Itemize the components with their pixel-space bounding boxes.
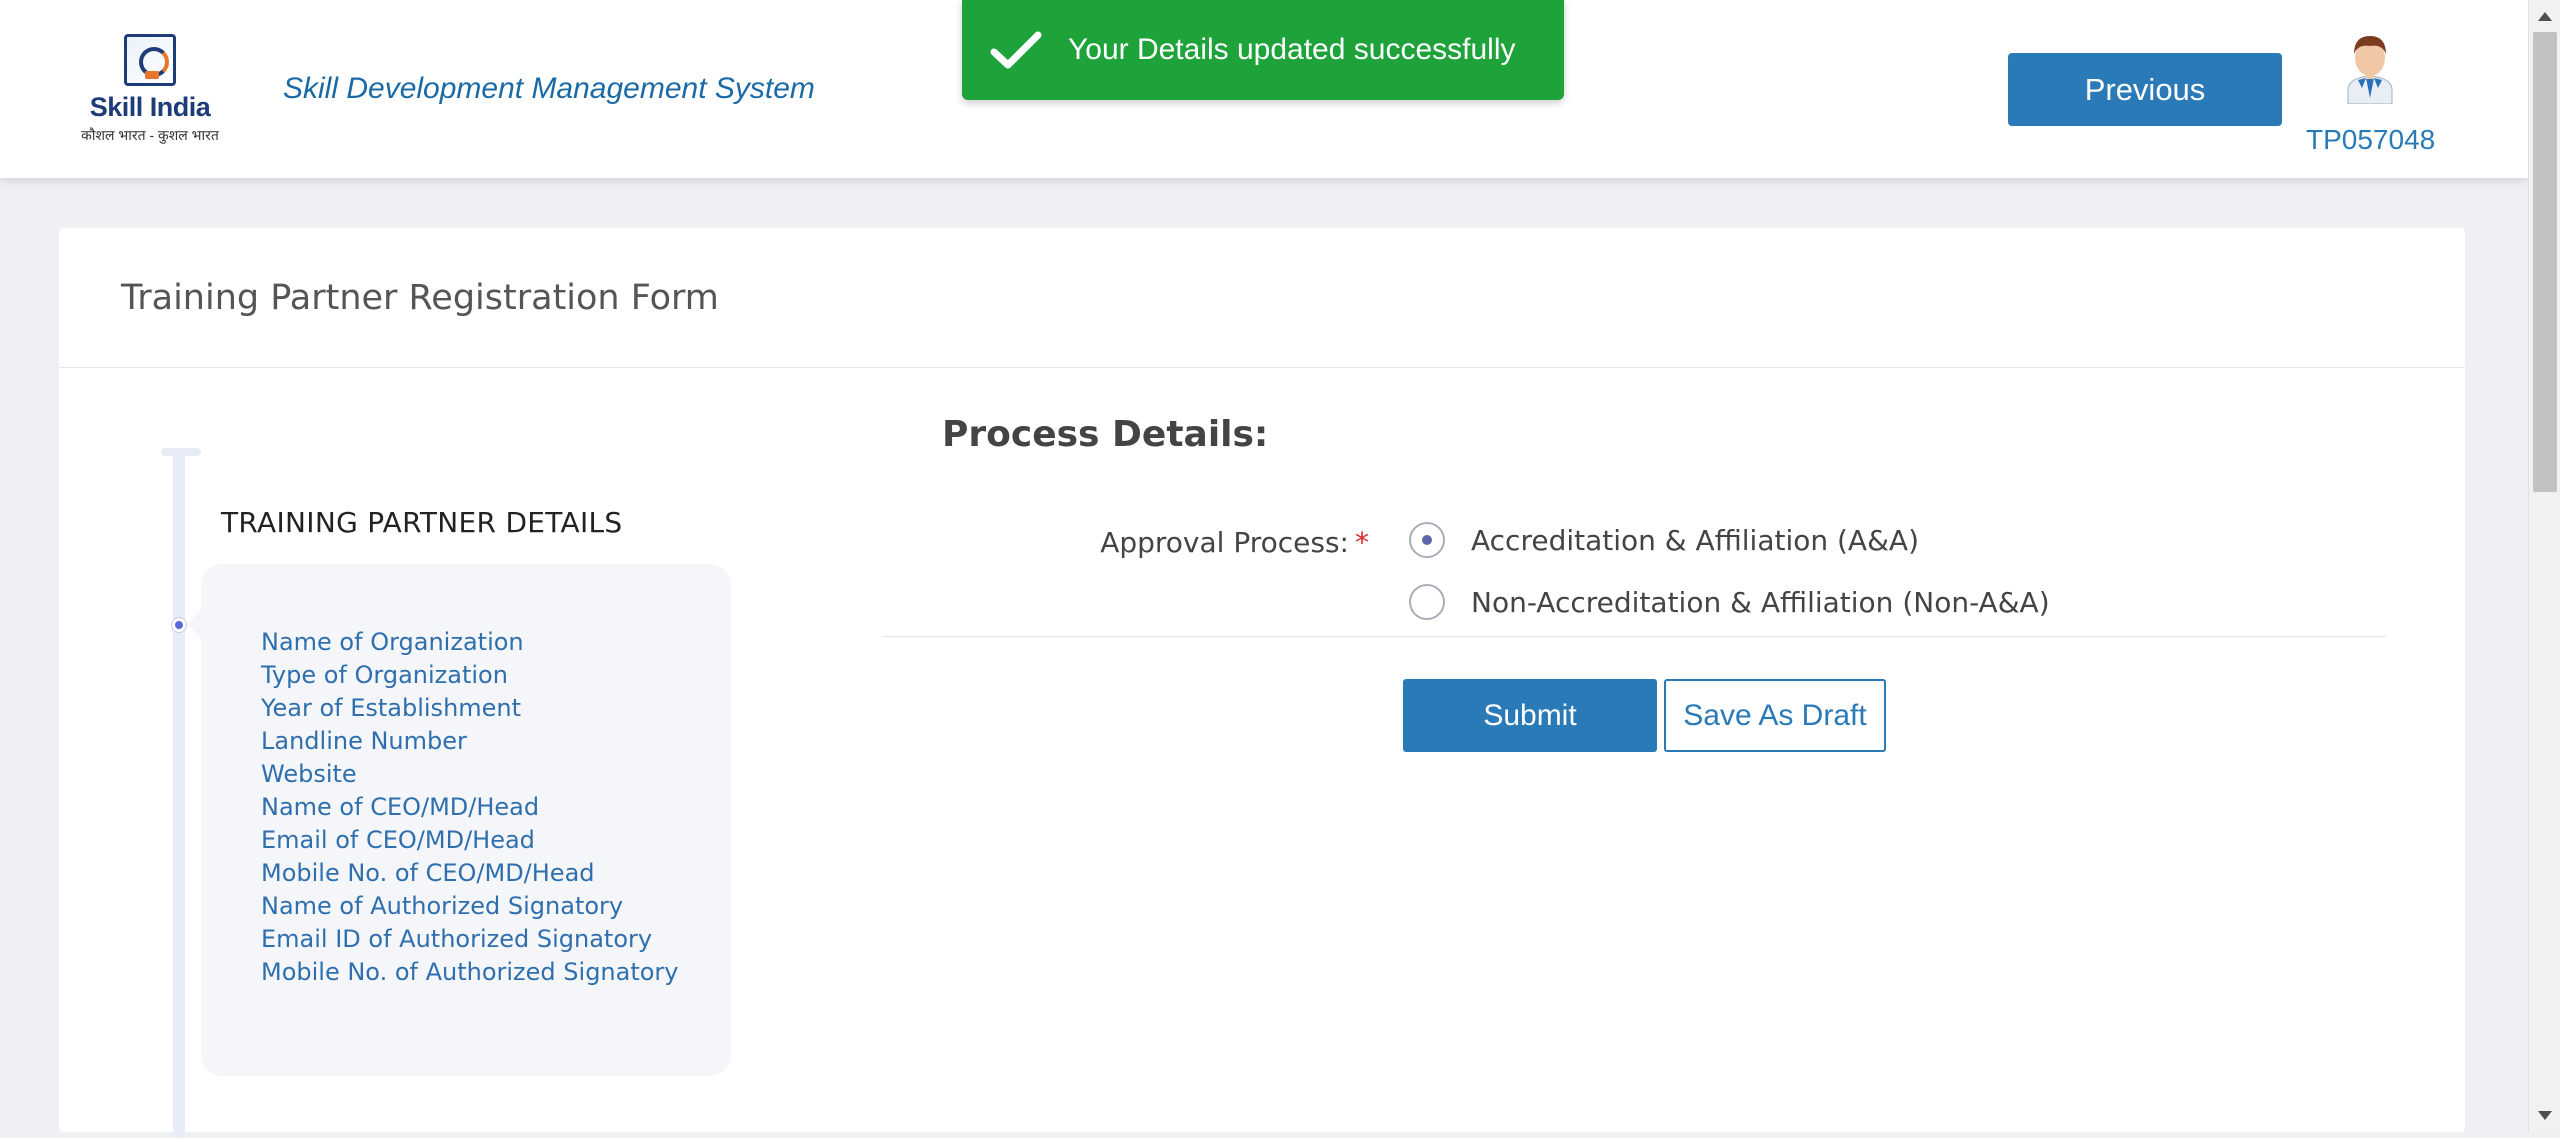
card-header: Training Partner Registration Form: [59, 228, 2465, 368]
list-item[interactable]: Landline Number: [261, 725, 679, 758]
previous-button[interactable]: Previous: [2008, 53, 2282, 126]
details-list: Name of Organization Type of Organizatio…: [261, 626, 679, 989]
system-title: Skill Development Management System: [283, 72, 815, 105]
radio-option-aa[interactable]: Accreditation & Affiliation (A&A): [1409, 522, 1919, 558]
save-as-draft-button[interactable]: Save As Draft: [1664, 679, 1886, 752]
list-item[interactable]: Name of CEO/MD/Head: [261, 791, 679, 824]
list-item[interactable]: Name of Authorized Signatory: [261, 890, 679, 923]
radio-label-aa[interactable]: Accreditation & Affiliation (A&A): [1471, 524, 1919, 557]
scroll-down-icon[interactable]: [2538, 1111, 2552, 1120]
toast-message: Your Details updated successfully: [1068, 33, 1516, 66]
timeline-step-dot: [172, 618, 186, 632]
process-details-heading: Process Details:: [942, 414, 1269, 455]
form-title: Training Partner Registration Form: [121, 277, 719, 318]
section-heading: TRAINING PARTNER DETAILS: [221, 506, 623, 539]
radio-option-non-aa[interactable]: Non-Accreditation & Affiliation (Non-A&A…: [1409, 584, 2050, 620]
form-divider: [882, 636, 2386, 637]
list-item[interactable]: Year of Establishment: [261, 692, 679, 725]
radio-button-unchecked[interactable]: [1409, 584, 1445, 620]
radio-label-non-aa[interactable]: Non-Accreditation & Affiliation (Non-A&A…: [1471, 586, 2050, 619]
approval-label-text: Approval Process:: [1100, 526, 1349, 559]
skill-india-logo[interactable]: Skill India कौशल भारत - कुशल भारत: [80, 34, 220, 146]
page-scrollbar[interactable]: [2528, 0, 2560, 1132]
list-item[interactable]: Mobile No. of CEO/MD/Head: [261, 857, 679, 890]
logo-tagline: कौशल भारत - कुशल भारत: [81, 127, 219, 143]
list-item[interactable]: Name of Organization: [261, 626, 679, 659]
skill-india-emblem-icon: [124, 34, 176, 86]
list-item[interactable]: Email ID of Authorized Signatory: [261, 923, 679, 956]
timeline-cap: [161, 448, 201, 456]
list-item[interactable]: Mobile No. of Authorized Signatory: [261, 956, 679, 989]
list-item[interactable]: Type of Organization: [261, 659, 679, 692]
progress-timeline: [173, 448, 185, 1138]
required-marker: *: [1355, 526, 1369, 559]
details-panel: Name of Organization Type of Organizatio…: [187, 564, 731, 1076]
user-id: TP057048: [2306, 124, 2436, 155]
scroll-up-icon[interactable]: [2538, 12, 2552, 21]
user-avatar-icon[interactable]: [2336, 28, 2404, 105]
list-item[interactable]: Email of CEO/MD/Head: [261, 824, 679, 857]
scrollbar-thumb[interactable]: [2533, 32, 2557, 492]
approval-process-label: Approval Process: *: [1059, 526, 1369, 559]
list-item[interactable]: Website: [261, 758, 679, 791]
registration-form-card: Training Partner Registration Form TRAIN…: [59, 228, 2465, 1138]
radio-button-checked[interactable]: [1409, 522, 1445, 558]
submit-button[interactable]: Submit: [1403, 679, 1657, 752]
checkmark-icon: [990, 31, 1042, 69]
success-toast: Your Details updated successfully: [962, 0, 1564, 100]
logo-title: Skill India: [89, 92, 211, 122]
